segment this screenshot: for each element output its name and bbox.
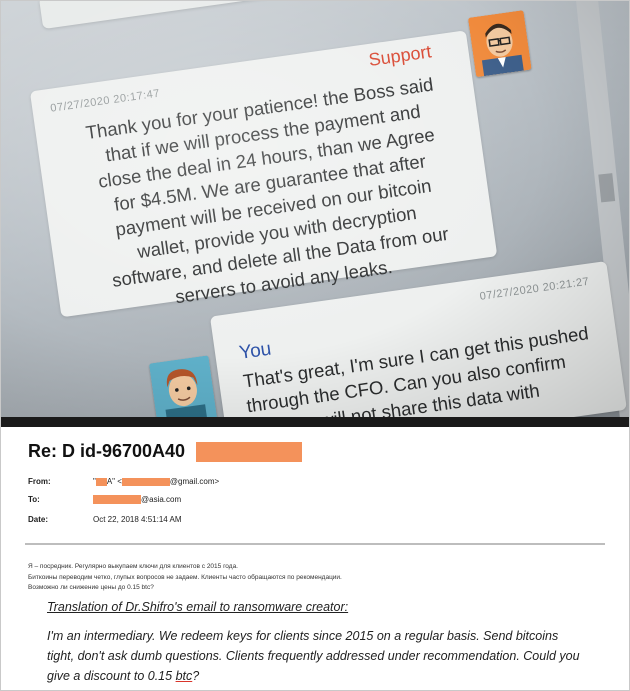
email-subject: Re: D id-96700A40 — [28, 441, 303, 463]
redaction-block — [95, 477, 107, 486]
translation-line: tight, don't ask dumb questions. Clients… — [47, 649, 580, 663]
russian-line: Возможно ли снижение цены до 0.15 btc? — [28, 584, 154, 591]
russian-line: Я – посредник. Регулярно выкупаем ключи … — [28, 563, 238, 570]
translation-last-prefix: give a discount to 0.15 — [47, 669, 176, 683]
you-sender-name: You — [237, 338, 273, 364]
divider-bar — [1, 417, 629, 427]
header-divider — [25, 543, 605, 545]
translation-line: I'm an intermediary. We redeem keys for … — [47, 629, 559, 643]
you-timestamp: 07/27/2020 20:21:27 — [479, 275, 591, 303]
to-value: @asia.com — [93, 495, 182, 505]
you-message-text: That's great, I'm sure I can get this pu… — [242, 320, 598, 417]
from-value: " A" < @gmail.com> — [93, 477, 219, 486]
email-subject-text: Re: D id-96700A40 — [28, 441, 186, 461]
support-timestamp: 07/27/2020 20:17:47 — [49, 87, 161, 115]
date-value: Oct 22, 2018 4:51:14 AM — [93, 515, 182, 524]
date-label: Date: — [28, 515, 49, 524]
chat-photo: 07/27/2020 20:17:47 Support Thank you fo… — [1, 1, 629, 417]
support-message-bubble: 07/27/2020 20:17:47 Support Thank you fo… — [29, 30, 498, 318]
russian-line: Биткоины переводим четко, глупых вопросо… — [28, 574, 342, 581]
btc-word: btc — [175, 669, 193, 683]
translation-last-suffix: ? — [192, 669, 200, 683]
chat-window: 07/27/2020 20:17:47 Support Thank you fo… — [1, 1, 629, 417]
to-label: To: — [28, 495, 40, 504]
support-message-text: Thank you for your patience! the Boss sa… — [55, 67, 489, 322]
redaction-block — [93, 495, 141, 505]
from-label: From: — [28, 477, 51, 486]
from-mid: A" < — [106, 477, 122, 486]
composite-figure: 07/27/2020 20:17:47 Support Thank you fo… — [0, 0, 630, 691]
translation-title: Translation of Dr.Shifro's email to rans… — [47, 600, 349, 614]
redaction-block — [121, 477, 170, 486]
you-avatar-icon — [148, 355, 218, 417]
email-panel: Re: D id-96700A40 From: " A" < @gmail.com>… — [1, 427, 629, 690]
support-sender-name: Support — [367, 41, 433, 70]
redaction-block — [196, 442, 303, 463]
translation-line: give a discount to 0.15 btc? — [47, 669, 199, 683]
to-suffix: @asia.com — [141, 495, 182, 504]
from-suffix: @gmail.com> — [169, 477, 220, 486]
support-avatar-icon — [467, 10, 532, 78]
